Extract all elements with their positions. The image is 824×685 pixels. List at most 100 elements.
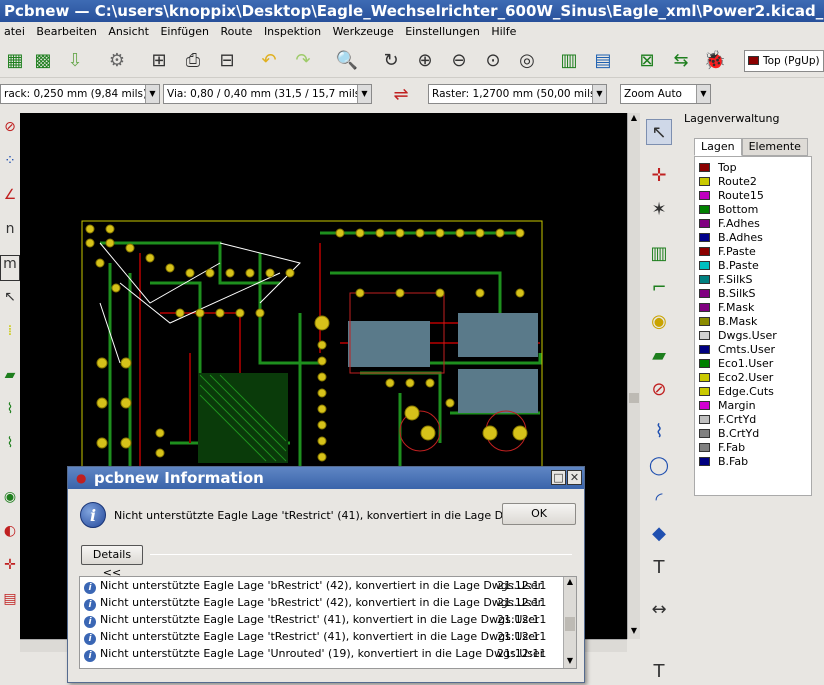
highlight-net-icon[interactable]: ✛ bbox=[646, 163, 672, 189]
layer-row-f-crtyd[interactable]: F.CrtYd bbox=[699, 413, 756, 427]
layers-manager-icon[interactable]: ▤ bbox=[0, 591, 20, 617]
layer-swatch[interactable] bbox=[699, 289, 710, 298]
via-size-select[interactable]: Via: 0,80 / 0,40 mm (31,5 / 15,7 mils) *… bbox=[163, 84, 372, 104]
zoom-select[interactable]: Zoom Auto ▼ bbox=[620, 84, 711, 104]
add-via-icon[interactable]: ◉ bbox=[646, 309, 672, 335]
modules-icon[interactable]: ▥ bbox=[556, 47, 582, 73]
layer-row-b-mask[interactable]: B.Mask bbox=[699, 315, 757, 329]
log-row[interactable]: i Nicht unterstützte Eagle Lage 'bRestric… bbox=[80, 594, 564, 611]
track-width-select[interactable]: rack: 0,250 mm (9,84 mils) * ▼ bbox=[0, 84, 160, 104]
layer-row-b-adhes[interactable]: B.Adhes bbox=[699, 231, 763, 245]
scrollbar-thumb[interactable] bbox=[629, 393, 639, 403]
keepout-zone-icon[interactable]: ⊘ bbox=[646, 377, 672, 403]
close-icon[interactable]: ✕ bbox=[567, 470, 582, 485]
layer-swatch[interactable] bbox=[699, 457, 710, 466]
drc-icon[interactable]: ⊘ bbox=[0, 119, 20, 145]
layer-swatch[interactable] bbox=[699, 331, 710, 340]
track-display-icon[interactable]: ⌇ bbox=[0, 401, 20, 427]
layer-swatch[interactable] bbox=[699, 205, 710, 214]
layer-row-margin[interactable]: Margin bbox=[699, 399, 756, 413]
via-display-icon[interactable]: ⌇ bbox=[0, 435, 20, 461]
layer-row-f-adhes[interactable]: F.Adhes bbox=[699, 217, 760, 231]
microwave-icon[interactable]: ✛ bbox=[0, 557, 20, 583]
layer-swatch[interactable] bbox=[699, 443, 710, 452]
tab-layers[interactable]: Lagen bbox=[694, 138, 742, 156]
plot-icon[interactable]: ⊟ bbox=[214, 47, 240, 73]
pad-display-icon[interactable]: ◉ bbox=[0, 489, 20, 515]
units-icon[interactable]: n bbox=[0, 221, 20, 247]
zoom-out-icon[interactable]: ⊖ bbox=[446, 47, 472, 73]
highcontrast-icon[interactable]: ◐ bbox=[0, 523, 20, 549]
layer-swatch[interactable] bbox=[699, 177, 710, 186]
grid-select[interactable]: Raster: 1,2700 mm (50,00 mils) ▼ bbox=[428, 84, 607, 104]
layer-row-route2[interactable]: Route2 bbox=[699, 175, 757, 189]
menu-route[interactable]: Route bbox=[217, 22, 257, 38]
page-settings-icon[interactable]: ⊞ bbox=[146, 47, 172, 73]
menu-preferences[interactable]: Einstellungen bbox=[401, 22, 484, 38]
zoom-selection-icon[interactable]: ◎ bbox=[514, 47, 540, 73]
layer-swatch[interactable] bbox=[699, 275, 710, 284]
board-setup-icon[interactable]: ▦ bbox=[2, 47, 28, 73]
layer-row-f-silks[interactable]: F.SilkS bbox=[699, 273, 753, 287]
log-row[interactable]: i Nicht unterstützte Eagle Lage 'bRestric… bbox=[80, 577, 564, 594]
zoom-in-icon[interactable]: ⊕ bbox=[412, 47, 438, 73]
layer-row-dwgs-user[interactable]: Dwgs.User bbox=[699, 329, 777, 343]
log-scrollbar[interactable]: ▲ ▼ bbox=[563, 577, 576, 668]
add-line-icon[interactable]: ⌇ bbox=[646, 419, 672, 445]
layer-swatch[interactable] bbox=[699, 261, 710, 270]
find-icon[interactable]: 🔍 bbox=[334, 47, 360, 73]
cursor-icon[interactable]: ↖ bbox=[0, 289, 20, 315]
layer-swatch[interactable] bbox=[699, 373, 710, 382]
layer-row-b-paste[interactable]: B.Paste bbox=[699, 259, 759, 273]
ok-button[interactable]: OK bbox=[502, 503, 576, 525]
layer-swatch[interactable] bbox=[699, 191, 710, 200]
units-mm-icon[interactable]: m bbox=[0, 255, 20, 281]
scroll-up-icon[interactable]: ▲ bbox=[628, 113, 640, 126]
add-text-icon-2[interactable]: T bbox=[646, 659, 672, 685]
layer-swatch[interactable] bbox=[699, 387, 710, 396]
layer-select[interactable]: Top (PgUp) bbox=[744, 50, 824, 72]
zoom-fit-icon[interactable]: ⊙ bbox=[480, 47, 506, 73]
add-arc-icon[interactable]: ◜ bbox=[646, 487, 672, 513]
local-ratsnest-icon[interactable]: ✶ bbox=[646, 197, 672, 223]
bug-icon[interactable]: 🐞 bbox=[702, 47, 728, 73]
layer-swatch[interactable] bbox=[699, 345, 710, 354]
layer-row-f-mask[interactable]: F.Mask bbox=[699, 301, 754, 315]
grid-toggle-icon[interactable]: ⁘ bbox=[0, 153, 20, 179]
menu-edit[interactable]: Bearbeiten bbox=[32, 22, 100, 38]
menu-insert[interactable]: Einfügen bbox=[156, 22, 213, 38]
menu-view[interactable]: Ansicht bbox=[104, 22, 153, 38]
redo-icon[interactable]: ↷ bbox=[290, 47, 316, 73]
layer-swatch[interactable] bbox=[699, 317, 710, 326]
log-row[interactable]: i Nicht unterstützte Eagle Lage 'tRestric… bbox=[80, 628, 564, 645]
layer-swatch[interactable] bbox=[699, 415, 710, 424]
layer-swatch[interactable] bbox=[699, 429, 710, 438]
update-pcb-icon[interactable]: ⇆ bbox=[668, 47, 694, 73]
add-polygon-icon[interactable]: ◆ bbox=[646, 521, 672, 547]
layer-swatch[interactable] bbox=[699, 359, 710, 368]
add-dimension-icon[interactable]: ↔ bbox=[646, 597, 672, 623]
layer-row-edge-cuts[interactable]: Edge.Cuts bbox=[699, 385, 774, 399]
add-circle-icon[interactable]: ◯ bbox=[646, 453, 672, 479]
menu-file[interactable]: atei bbox=[0, 22, 29, 38]
import-icon[interactable]: ⇩ bbox=[62, 47, 88, 73]
log-row[interactable]: i Nicht unterstützte Eagle Lage 'tRestric… bbox=[80, 611, 564, 628]
details-log[interactable]: i Nicht unterstützte Eagle Lage 'bRestric… bbox=[79, 576, 577, 669]
log-row[interactable]: i Nicht unterstützte Eagle Lage 'Unrouted… bbox=[80, 645, 564, 662]
layer-swatch[interactable] bbox=[699, 247, 710, 256]
scroll-down-icon[interactable]: ▼ bbox=[564, 656, 576, 668]
refresh-icon[interactable]: ↻ bbox=[378, 47, 404, 73]
details-button[interactable]: Details << bbox=[81, 545, 143, 579]
menu-tools[interactable]: Werkzeuge bbox=[329, 22, 398, 38]
ratsnest-icon[interactable]: ⁞ bbox=[0, 323, 20, 349]
netlist-icon[interactable]: ⊠ bbox=[634, 47, 660, 73]
layer-row-bottom[interactable]: Bottom bbox=[699, 203, 758, 217]
layer-row-cmts-user[interactable]: Cmts.User bbox=[699, 343, 775, 357]
canvas-vertical-scrollbar[interactable]: ▲ ▼ bbox=[627, 113, 640, 639]
route-track-icon[interactable]: ⌐ bbox=[646, 275, 672, 301]
tab-elements[interactable]: Elemente bbox=[741, 138, 808, 156]
layer-row-f-fab[interactable]: F.Fab bbox=[699, 441, 745, 455]
footprint-icon[interactable]: ▩ bbox=[30, 47, 56, 73]
layer-row-eco2-user[interactable]: Eco2.User bbox=[699, 371, 773, 385]
layer-row-b-silks[interactable]: B.SilkS bbox=[699, 287, 756, 301]
